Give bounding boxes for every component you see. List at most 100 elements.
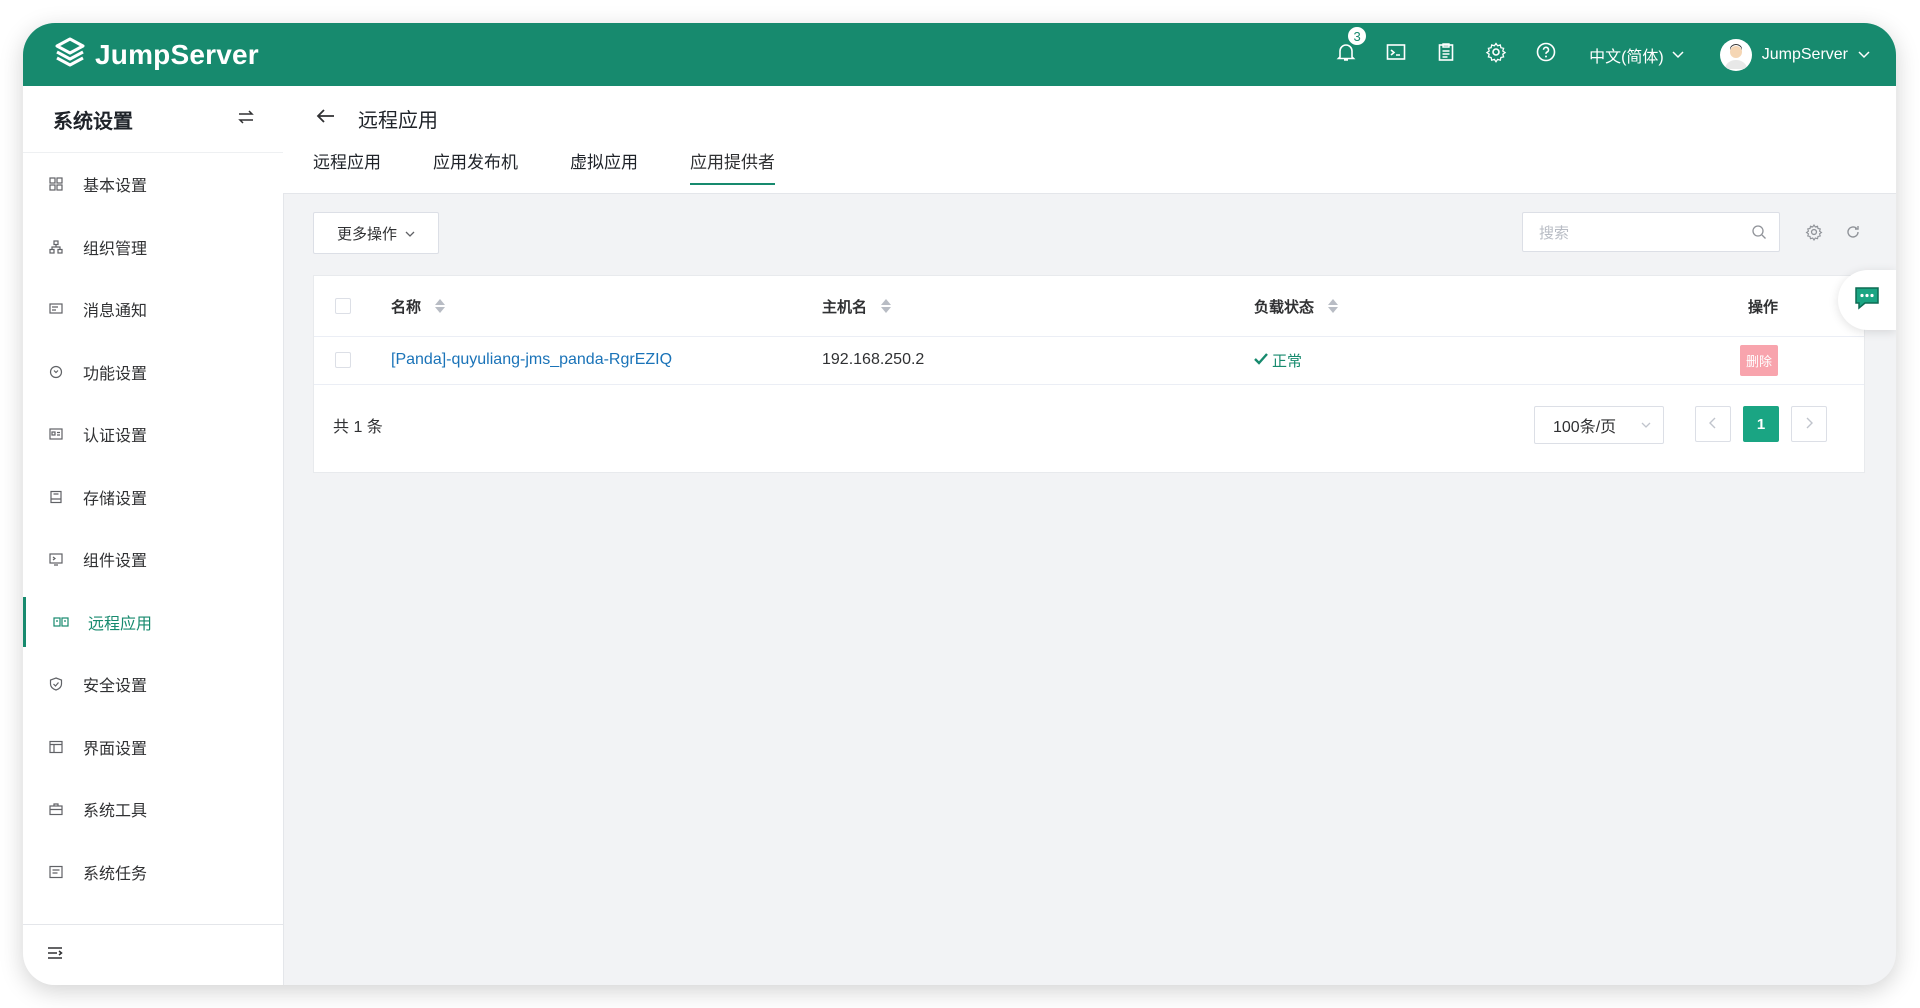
tab-app-publisher[interactable]: 应用发布机 bbox=[433, 148, 518, 185]
shield-icon bbox=[47, 675, 65, 693]
feature-icon bbox=[47, 363, 65, 381]
prev-page-button[interactable] bbox=[1695, 406, 1731, 442]
pagination-bar: 共 1 条 100条/页 1 bbox=[314, 384, 1864, 472]
search-box bbox=[1522, 212, 1780, 253]
sidebar-item-label: 存储设置 bbox=[83, 490, 148, 508]
sidebar-item-auth[interactable]: 认证设置 bbox=[23, 403, 283, 466]
page-size-select[interactable]: 100条/页 bbox=[1534, 406, 1664, 444]
toolbox-icon bbox=[47, 800, 65, 818]
language-selector[interactable]: 中文(简体) bbox=[1589, 43, 1684, 67]
sidebar-item-org[interactable]: 组织管理 bbox=[23, 216, 283, 279]
sidebar-item-component[interactable]: 组件设置 bbox=[23, 528, 283, 591]
chat-icon bbox=[1853, 285, 1881, 316]
main-content: 远程应用 远程应用 应用发布机 虚拟应用 应用提供者 更多操作 搜索 名称 主机… bbox=[283, 86, 1896, 985]
next-page-button[interactable] bbox=[1791, 406, 1827, 442]
sidebar-title: 系统设置 bbox=[53, 110, 133, 133]
page-header: 远程应用 远程应用 应用发布机 虚拟应用 应用提供者 bbox=[283, 86, 1896, 194]
sidebar-item-feature[interactable]: 功能设置 bbox=[23, 341, 283, 404]
page-title-row: 远程应用 bbox=[316, 104, 438, 133]
sidebar-item-label: 基本设置 bbox=[83, 178, 148, 196]
logo[interactable]: JumpServer bbox=[53, 35, 259, 74]
sort-icon bbox=[1328, 299, 1339, 313]
sidebar-item-label: 系统任务 bbox=[83, 865, 148, 883]
sidebar-item-interface[interactable]: 界面设置 bbox=[23, 716, 283, 779]
sidebar-item-label: 组件设置 bbox=[83, 553, 148, 571]
notification-badge: 3 bbox=[1346, 25, 1369, 47]
table-settings-icon[interactable] bbox=[1803, 221, 1825, 243]
sidebar-header: 系统设置 bbox=[23, 86, 283, 153]
language-label: 中文(简体) bbox=[1589, 48, 1664, 66]
sidebar-item-label: 功能设置 bbox=[83, 365, 148, 383]
provider-name-link[interactable]: [Panda]-quyuliang-jms_panda-RgrEZIQ bbox=[391, 351, 672, 369]
sidebar-item-label: 认证设置 bbox=[83, 428, 148, 446]
more-actions-button[interactable]: 更多操作 bbox=[313, 212, 439, 254]
chevron-down-icon bbox=[1672, 46, 1684, 64]
jumpserver-logo-icon bbox=[53, 35, 87, 74]
sidebar-item-label: 消息通知 bbox=[83, 303, 148, 321]
column-header-load-status[interactable]: 负载状态 bbox=[1254, 296, 1339, 317]
sidebar-item-security[interactable]: 安全设置 bbox=[23, 653, 283, 716]
column-header-hostname[interactable]: 主机名 bbox=[822, 296, 892, 317]
message-icon bbox=[47, 300, 65, 318]
sidebar-item-tools[interactable]: 系统工具 bbox=[23, 778, 283, 841]
tab-virtual-app[interactable]: 虚拟应用 bbox=[570, 148, 638, 185]
sidebar-item-label: 界面设置 bbox=[83, 740, 148, 758]
username: JumpServer bbox=[1761, 45, 1848, 63]
chevron-left-icon bbox=[1709, 416, 1717, 433]
sidebar-item-label: 组织管理 bbox=[83, 240, 148, 258]
sidebar-item-basic[interactable]: 基本设置 bbox=[23, 153, 283, 216]
gear-icon bbox=[1485, 41, 1507, 68]
tab-remote-app[interactable]: 远程应用 bbox=[313, 148, 381, 185]
column-header-name[interactable]: 名称 bbox=[391, 296, 446, 317]
terminal-button[interactable] bbox=[1371, 23, 1421, 86]
delete-button[interactable]: 删除 bbox=[1740, 344, 1779, 376]
refresh-icon[interactable] bbox=[1842, 221, 1864, 243]
sidebar-item-message[interactable]: 消息通知 bbox=[23, 278, 283, 341]
collapse-menu-icon[interactable] bbox=[47, 946, 63, 965]
search-icon[interactable] bbox=[1751, 224, 1767, 245]
help-button[interactable] bbox=[1521, 23, 1571, 86]
user-menu[interactable]: JumpServer bbox=[1719, 38, 1870, 71]
page-number-button[interactable]: 1 bbox=[1743, 406, 1779, 442]
sort-icon bbox=[435, 299, 446, 313]
avatar bbox=[1719, 38, 1752, 71]
id-card-icon bbox=[47, 425, 65, 443]
notification-button[interactable]: 3 bbox=[1321, 23, 1371, 86]
org-icon bbox=[47, 238, 65, 256]
task-icon bbox=[47, 863, 65, 881]
select-all-checkbox[interactable] bbox=[335, 298, 351, 314]
search-input[interactable] bbox=[1537, 213, 1741, 253]
grid-icon bbox=[47, 175, 65, 193]
chevron-down-icon bbox=[1641, 416, 1651, 434]
sidebar-item-label: 安全设置 bbox=[83, 678, 148, 696]
workorder-button[interactable] bbox=[1421, 23, 1471, 86]
sidebar-item-remote-app[interactable]: 远程应用 bbox=[23, 591, 283, 654]
settings-button[interactable] bbox=[1471, 23, 1521, 86]
table-header: 名称 主机名 负载状态 操作 bbox=[314, 276, 1864, 337]
app-window: JumpServer 3 中文(简体) JumpServer 系统设置 基本设置… bbox=[23, 23, 1896, 985]
provider-table: 名称 主机名 负载状态 操作 [Panda]-quyuliang-jms_pan… bbox=[313, 275, 1865, 473]
hostname-value: 192.168.250.2 bbox=[822, 351, 925, 368]
switch-icon[interactable] bbox=[237, 109, 255, 130]
component-icon bbox=[47, 550, 65, 568]
check-icon bbox=[1254, 352, 1268, 369]
logo-text: JumpServer bbox=[95, 38, 259, 70]
sidebar-item-label: 系统工具 bbox=[83, 803, 148, 821]
table-row: [Panda]-quyuliang-jms_panda-RgrEZIQ 192.… bbox=[314, 336, 1864, 385]
tab-app-provider[interactable]: 应用提供者 bbox=[690, 148, 775, 185]
help-icon bbox=[1535, 41, 1557, 68]
more-actions-label: 更多操作 bbox=[336, 225, 397, 243]
sidebar-item-storage[interactable]: 存储设置 bbox=[23, 466, 283, 529]
sidebar-item-tasks[interactable]: 系统任务 bbox=[23, 841, 283, 904]
interface-icon bbox=[47, 738, 65, 756]
chat-assistant-button[interactable] bbox=[1838, 270, 1896, 330]
sidebar-nav: 基本设置 组织管理 消息通知 功能设置 认证设置 存储设置 组件设置 远程应用 … bbox=[23, 153, 283, 903]
row-checkbox[interactable] bbox=[335, 352, 351, 368]
top-bar: JumpServer 3 中文(简体) JumpServer bbox=[23, 23, 1896, 86]
back-arrow-icon[interactable] bbox=[316, 107, 336, 130]
storage-icon bbox=[47, 488, 65, 506]
clipboard-icon bbox=[1435, 41, 1457, 68]
chevron-down-icon bbox=[405, 225, 415, 242]
sort-icon bbox=[881, 299, 892, 313]
header-actions: 3 中文(简体) JumpServer bbox=[1321, 23, 1896, 86]
